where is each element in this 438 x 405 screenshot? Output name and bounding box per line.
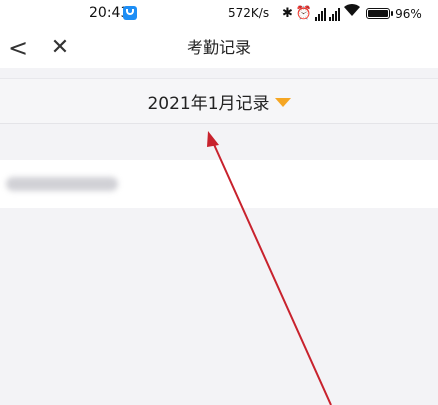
month-selector[interactable]: 2021年1月记录	[0, 78, 438, 124]
status-bar: 20:43 572K/s ✱ ⏰ 96%	[0, 0, 438, 28]
list-item[interactable]	[0, 160, 438, 208]
dropdown-caret-icon[interactable]	[274, 97, 291, 107]
alarm-icon: ⏰	[295, 5, 313, 21]
battery-icon	[366, 8, 394, 19]
network-speed: 572K/s	[228, 6, 270, 20]
status-icons: ✱ ⏰ 96%	[282, 3, 422, 24]
blurred-record-text	[6, 177, 118, 191]
wifi-icon	[343, 3, 361, 24]
page-title: 考勤记录	[186, 38, 251, 57]
signal-icon	[329, 7, 341, 21]
battery-percent: 96%	[395, 6, 422, 21]
notification-app-icon	[123, 6, 137, 20]
signal-icon	[315, 7, 327, 21]
annotation-arrow-head	[207, 131, 219, 147]
bluetooth-icon: ✱	[282, 5, 293, 21]
nav-bar: < ✕ 考勤记录	[0, 28, 438, 68]
month-label[interactable]: 2021年1月记录	[147, 89, 269, 114]
